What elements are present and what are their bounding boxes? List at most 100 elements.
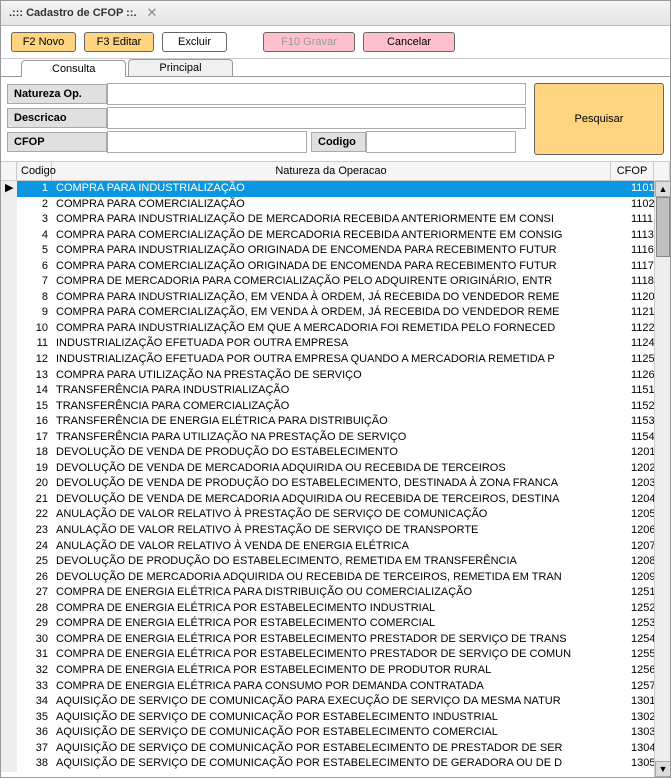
table-row[interactable]: 38AQUISIÇÃO DE SERVIÇO DE COMUNICAÇÃO PO… [1, 756, 670, 772]
row-indicator [1, 741, 17, 757]
table-row[interactable]: 36AQUISIÇÃO DE SERVIÇO DE COMUNICAÇÃO PO… [1, 725, 670, 741]
table-row[interactable]: 20DEVOLUÇÃO DE VENDA DE PRODUÇÃO DO ESTA… [1, 476, 670, 492]
table-row[interactable]: 34AQUISIÇÃO DE SERVIÇO DE COMUNICAÇÃO PA… [1, 694, 670, 710]
cell-codigo: 20 [17, 476, 52, 492]
cell-natureza: AQUISIÇÃO DE SERVIÇO DE COMUNICAÇÃO PARA… [52, 694, 627, 710]
table-row[interactable]: 4COMPRA PARA COMERCIALIZAÇÃO DE MERCADOR… [1, 228, 670, 244]
row-indicator [1, 383, 17, 399]
cell-codigo: 1 [17, 181, 52, 197]
descricao-input[interactable] [107, 107, 526, 129]
table-row[interactable]: 26DEVOLUÇÃO DE MERCADORIA ADQUIRIDA OU R… [1, 570, 670, 586]
table-row[interactable]: 12INDUSTRIALIZAÇÃO EFETUADA POR OUTRA EM… [1, 352, 670, 368]
table-row[interactable]: 9COMPRA PARA COMERCIALIZAÇÃO, EM VENDA À… [1, 305, 670, 321]
table-row[interactable]: 29COMPRA DE ENERGIA ELÉTRICA POR ESTABEL… [1, 616, 670, 632]
table-row[interactable]: 37AQUISIÇÃO DE SERVIÇO DE COMUNICAÇÃO PO… [1, 741, 670, 757]
table-row[interactable]: 19DEVOLUÇÃO DE VENDA DE MERCADORIA ADQUI… [1, 461, 670, 477]
table-row[interactable]: 6COMPRA PARA COMERCIALIZAÇÃO ORIGINADA D… [1, 259, 670, 275]
scroll-down-icon[interactable]: ▼ [655, 761, 670, 777]
grid-header: Codigo Natureza da Operacao CFOP [1, 161, 670, 181]
table-row[interactable]: ▶1COMPRA PARA INDUSTRIALIZAÇÃO1101 [1, 181, 670, 197]
scrollbar-vertical[interactable]: ▲ ▼ [654, 181, 670, 777]
gravar-button[interactable]: F10 Gravar [263, 32, 355, 52]
cell-natureza: COMPRA PARA COMERCIALIZAÇÃO ORIGINADA DE… [52, 259, 627, 275]
row-indicator [1, 663, 17, 679]
table-row[interactable]: 16TRANSFERÊNCIA DE ENERGIA ELÉTRICA PARA… [1, 414, 670, 430]
cell-natureza: TRANSFERÊNCIA PARA UTILIZAÇÃO NA PRESTAÇ… [52, 430, 627, 446]
table-row[interactable]: 2COMPRA PARA COMERCIALIZAÇÃO1102 [1, 197, 670, 213]
cell-natureza: COMPRA PARA COMERCIALIZAÇÃO DE MERCADORI… [52, 228, 627, 244]
row-indicator [1, 679, 17, 695]
table-row[interactable]: 22ANULAÇÃO DE VALOR RELATIVO À PRESTAÇÃO… [1, 507, 670, 523]
tab-consulta[interactable]: Consulta [21, 60, 126, 77]
cancelar-button[interactable]: Cancelar [363, 32, 455, 52]
titlebar: .::: Cadastro de CFOP ::. ✕ [1, 1, 670, 26]
table-row[interactable]: 13COMPRA PARA UTILIZAÇÃO NA PRESTAÇÃO DE… [1, 368, 670, 384]
cell-codigo: 33 [17, 679, 52, 695]
row-indicator [1, 632, 17, 648]
cell-codigo: 11 [17, 336, 52, 352]
novo-button[interactable]: F2 Novo [11, 32, 76, 52]
table-row[interactable]: 17TRANSFERÊNCIA PARA UTILIZAÇÃO NA PREST… [1, 430, 670, 446]
table-row[interactable]: 7COMPRA DE MERCADORIA PARA COMERCIALIZAÇ… [1, 274, 670, 290]
cell-natureza: AQUISIÇÃO DE SERVIÇO DE COMUNICAÇÃO POR … [52, 725, 627, 741]
row-indicator [1, 710, 17, 726]
cell-natureza: DEVOLUÇÃO DE VENDA DE MERCADORIA ADQUIRI… [52, 492, 627, 508]
excluir-button[interactable]: Excluir [162, 32, 227, 52]
row-indicator: ▶ [1, 181, 17, 197]
codigo-input[interactable] [366, 131, 516, 153]
scroll-thumb[interactable] [656, 197, 670, 257]
cell-codigo: 25 [17, 554, 52, 570]
cell-natureza: COMPRA PARA INDUSTRIALIZAÇÃO ORIGINADA D… [52, 243, 627, 259]
table-row[interactable]: 10COMPRA PARA INDUSTRIALIZAÇÃO EM QUE A … [1, 321, 670, 337]
row-indicator [1, 647, 17, 663]
tab-principal[interactable]: Principal [128, 59, 232, 76]
cfop-label: CFOP [7, 132, 107, 152]
table-row[interactable]: 30COMPRA DE ENERGIA ELÉTRICA POR ESTABEL… [1, 632, 670, 648]
cell-codigo: 5 [17, 243, 52, 259]
row-indicator [1, 336, 17, 352]
row-indicator [1, 430, 17, 446]
pesquisar-button[interactable]: Pesquisar [534, 83, 664, 155]
row-indicator [1, 725, 17, 741]
table-row[interactable]: 11INDUSTRIALIZAÇÃO EFETUADA POR OUTRA EM… [1, 336, 670, 352]
table-row[interactable]: 3COMPRA PARA INDUSTRIALIZAÇÃO DE MERCADO… [1, 212, 670, 228]
filter-panel: Natureza Op. Descricao CFOP Codigo Pesqu… [1, 77, 670, 161]
table-row[interactable]: 31COMPRA DE ENERGIA ELÉTRICA POR ESTABEL… [1, 647, 670, 663]
table-row[interactable]: 23ANULAÇÃO DE VALOR RELATIVO À PRESTAÇÃO… [1, 523, 670, 539]
table-row[interactable]: 5COMPRA PARA INDUSTRIALIZAÇÃO ORIGINADA … [1, 243, 670, 259]
table-row[interactable]: 24ANULAÇÃO DE VALOR RELATIVO À VENDA DE … [1, 539, 670, 555]
col-scroll [654, 162, 670, 180]
table-row[interactable]: 32COMPRA DE ENERGIA ELÉTRICA POR ESTABEL… [1, 663, 670, 679]
row-indicator [1, 197, 17, 213]
row-indicator [1, 274, 17, 290]
table-row[interactable]: 21DEVOLUÇÃO DE VENDA DE MERCADORIA ADQUI… [1, 492, 670, 508]
natureza-input[interactable] [107, 83, 526, 105]
cell-natureza: DEVOLUÇÃO DE VENDA DE MERCADORIA ADQUIRI… [52, 461, 627, 477]
cfop-input[interactable] [107, 131, 307, 153]
table-row[interactable]: 28COMPRA DE ENERGIA ELÉTRICA POR ESTABEL… [1, 601, 670, 617]
row-indicator [1, 492, 17, 508]
scroll-up-icon[interactable]: ▲ [655, 181, 670, 197]
table-row[interactable]: 8COMPRA PARA INDUSTRIALIZAÇÃO, EM VENDA … [1, 290, 670, 306]
table-row[interactable]: 33COMPRA DE ENERGIA ELÉTRICA PARA CONSUM… [1, 679, 670, 695]
row-indicator [1, 259, 17, 275]
editar-button[interactable]: F3 Editar [84, 32, 154, 52]
cell-codigo: 28 [17, 601, 52, 617]
cell-natureza: COMPRA DE ENERGIA ELÉTRICA POR ESTABELEC… [52, 616, 627, 632]
col-natureza[interactable]: Natureza da Operacao [52, 162, 611, 180]
cell-natureza: ANULAÇÃO DE VALOR RELATIVO À PRESTAÇÃO D… [52, 523, 627, 539]
cell-codigo: 6 [17, 259, 52, 275]
cell-natureza: COMPRA PARA COMERCIALIZAÇÃO, EM VENDA À … [52, 305, 627, 321]
cell-codigo: 2 [17, 197, 52, 213]
table-row[interactable]: 27COMPRA DE ENERGIA ELÉTRICA PARA DISTRI… [1, 585, 670, 601]
table-row[interactable]: 14TRANSFERÊNCIA PARA INDUSTRIALIZAÇÃO115… [1, 383, 670, 399]
col-cfop[interactable]: CFOP [611, 162, 654, 180]
row-indicator [1, 399, 17, 415]
table-row[interactable]: 15TRANSFERÊNCIA PARA COMERCIALIZAÇÃO1152 [1, 399, 670, 415]
table-row[interactable]: 35AQUISIÇÃO DE SERVIÇO DE COMUNICAÇÃO PO… [1, 710, 670, 726]
table-row[interactable]: 25DEVOLUÇÃO DE PRODUÇÃO DO ESTABELECIMEN… [1, 554, 670, 570]
close-icon[interactable]: ✕ [147, 5, 158, 21]
table-row[interactable]: 18DEVOLUÇÃO DE VENDA DE PRODUÇÃO DO ESTA… [1, 445, 670, 461]
col-codigo[interactable]: Codigo [17, 162, 52, 180]
cell-codigo: 4 [17, 228, 52, 244]
